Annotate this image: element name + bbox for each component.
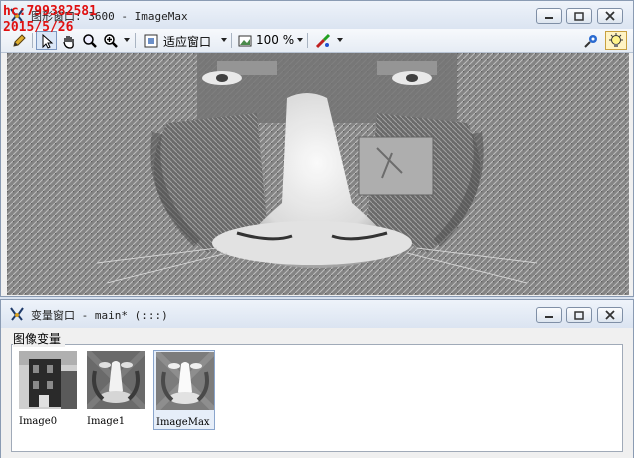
graphics-toolbar: 适应窗口 100 % <box>1 29 633 53</box>
close-button[interactable] <box>597 8 623 24</box>
maximize-button[interactable] <box>566 8 592 24</box>
variable-window-titlebar[interactable]: 变量窗口 - main* (:::) <box>1 300 633 328</box>
zoom-mode-dropdown-arrow[interactable] <box>221 38 227 42</box>
minimize-icon <box>545 17 553 19</box>
zoom-percent-dropdown-arrow[interactable] <box>297 38 303 42</box>
close-icon <box>605 11 615 21</box>
image-zoom-icon <box>238 35 252 46</box>
toolbar-separator <box>135 33 136 48</box>
close-icon <box>605 310 615 320</box>
color-brush-icon <box>315 33 331 48</box>
toolbar-separator <box>307 33 308 48</box>
zoom-mode-icon-button[interactable] <box>141 31 161 50</box>
maximize-icon <box>574 11 584 21</box>
image0-thumbnail <box>19 351 77 409</box>
paint-settings-dropdown-arrow[interactable] <box>337 38 343 42</box>
zoom-tool-dropdown-arrow[interactable] <box>124 38 130 42</box>
settings-button[interactable] <box>605 31 627 50</box>
minimize-icon <box>545 316 553 318</box>
close-button[interactable] <box>597 307 623 323</box>
zoom-percent-select[interactable]: 100 % <box>256 33 294 47</box>
zoom-percent-unit: % <box>282 33 295 47</box>
toolbar-separator <box>231 33 232 48</box>
variable-name: Image1 <box>87 416 126 427</box>
overlay-text-id: hc:799382581 <box>3 4 97 19</box>
fit-window-icon <box>144 34 158 47</box>
variable-window-title: 变量窗口 - main* (:::) <box>31 309 168 322</box>
halcon-variables-icon <box>10 307 24 321</box>
magnifier-tool-button[interactable] <box>80 31 100 50</box>
maximize-icon <box>574 310 584 320</box>
iconic-variables-label: 图像变量 <box>13 330 66 347</box>
mandrill-image <box>7 53 629 295</box>
zoom-percent-icon-button[interactable] <box>235 31 255 50</box>
zoom-in-tool-button[interactable] <box>101 31 121 50</box>
control-variables-strip <box>1 454 633 458</box>
inspect-button[interactable] <box>581 31 601 50</box>
overlay-text-date: 2015/5/26 <box>3 20 74 35</box>
variable-thumbnail-image0[interactable]: Image0 <box>17 350 79 430</box>
image-display[interactable] <box>7 53 629 295</box>
inspect-icon <box>584 34 597 48</box>
imagemax-thumbnail <box>156 352 214 410</box>
zoom-in-icon <box>104 33 118 48</box>
image1-thumbnail <box>87 351 145 409</box>
graphics-window: 图形窗口: 3600 - ImageMax 适应窗口 100 % hc:7993… <box>0 0 634 297</box>
paint-settings-button[interactable] <box>313 31 333 50</box>
variable-thumbnail-imagemax[interactable]: ImageMax <box>153 350 215 430</box>
toolbar-separator <box>32 33 33 48</box>
variable-name: Image0 <box>19 416 58 427</box>
variable-name: ImageMax <box>156 417 210 428</box>
magnifier-icon <box>83 33 97 48</box>
maximize-button[interactable] <box>566 307 592 323</box>
zoom-mode-select[interactable]: 适应窗口 <box>163 33 211 50</box>
minimize-button[interactable] <box>536 8 562 24</box>
minimize-button[interactable] <box>536 307 562 323</box>
variable-window: 变量窗口 - main* (:::) 图像变量 Image0 Image1 Im… <box>0 299 634 458</box>
zoom-percent-value: 100 <box>256 33 279 47</box>
variable-thumbnail-image1[interactable]: Image1 <box>85 350 147 430</box>
lightbulb-icon <box>609 32 623 47</box>
